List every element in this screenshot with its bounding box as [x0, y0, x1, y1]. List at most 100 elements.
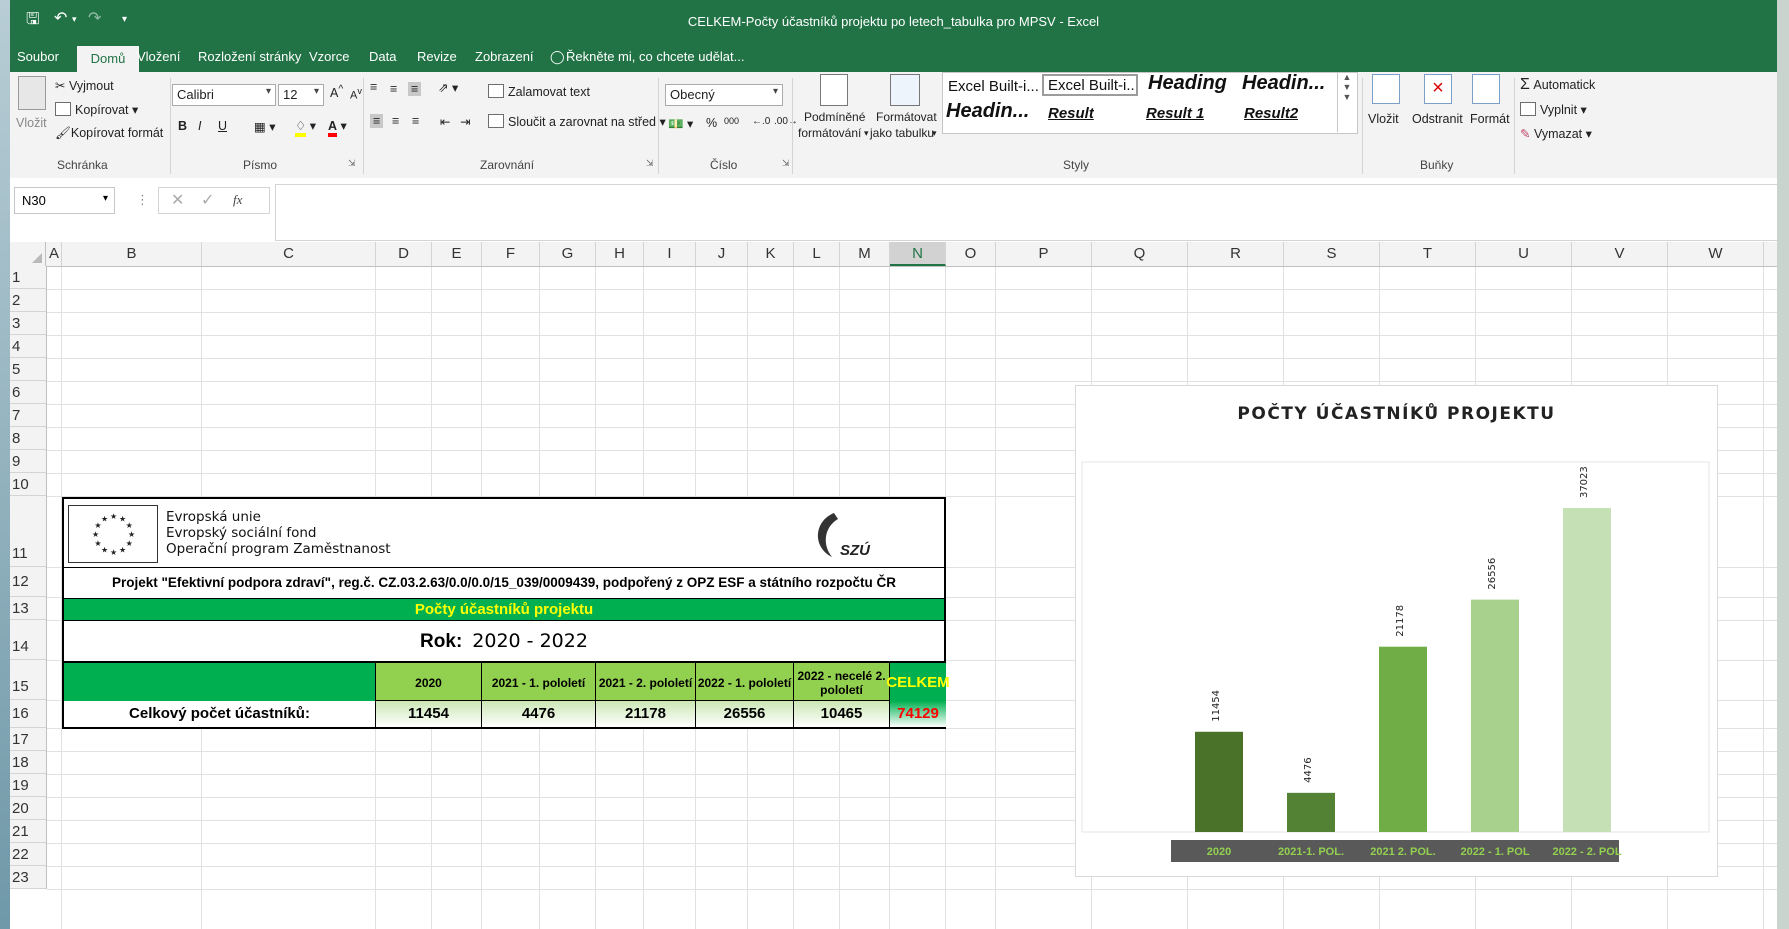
row-header-16[interactable]: 16 — [10, 700, 46, 728]
borders-icon[interactable]: ▦ ▾ — [254, 119, 276, 134]
format-painter-button[interactable]: 🖌Kopírovat formát — [55, 126, 163, 141]
fill-color-icon[interactable]: ♢ ▾ — [295, 118, 316, 137]
tab-formulas[interactable]: Vzorce — [309, 49, 349, 64]
style-result[interactable]: Result — [1048, 105, 1094, 122]
align-left-icon[interactable]: ≡ — [370, 114, 384, 128]
row-header-11[interactable]: 11 — [10, 496, 46, 567]
column-header-r[interactable]: R — [1188, 242, 1284, 266]
merge-center-button[interactable]: Sloučit a zarovnat na střed ▾ — [488, 114, 666, 129]
row-header-12[interactable]: 12 — [10, 567, 46, 597]
fill-button[interactable]: Vyplnit ▾ — [1520, 102, 1587, 117]
row-header-22[interactable]: 22 — [10, 843, 46, 866]
column-header-n[interactable]: N — [890, 242, 946, 266]
autosum-button[interactable]: Σ Automatick — [1520, 76, 1595, 94]
tell-me-search[interactable]: Řekněte mi, co chcete udělat... — [566, 49, 744, 64]
tab-review[interactable]: Revize — [417, 49, 457, 64]
align-center-icon[interactable]: ≡ — [392, 114, 399, 128]
row-header-9[interactable]: 9 — [10, 450, 46, 473]
decrease-indent-icon[interactable]: ⇤ — [440, 114, 450, 129]
dialog-launcher-icon[interactable]: ⇲ — [782, 158, 790, 169]
conditional-formatting-icon[interactable] — [820, 74, 848, 106]
column-header-o[interactable]: O — [946, 242, 996, 266]
column-header-l[interactable]: L — [794, 242, 840, 266]
tab-view[interactable]: Zobrazení — [475, 49, 534, 64]
row-header-15[interactable]: 15 — [10, 660, 46, 700]
row-header-3[interactable]: 3 — [10, 312, 46, 335]
tab-insert[interactable]: Vložení — [137, 49, 180, 64]
format-as-table-icon[interactable] — [890, 74, 920, 106]
delete-cells-button[interactable]: Odstranit — [1412, 112, 1463, 126]
align-top-icon[interactable]: ≡ — [370, 80, 377, 94]
column-header-i[interactable]: I — [644, 242, 696, 266]
row-header-14[interactable]: 14 — [10, 620, 46, 660]
copy-button[interactable]: Kopírovat ▾ — [55, 102, 138, 117]
increase-decimal-icon[interactable]: ←.0 — [752, 116, 770, 127]
format-cells-icon[interactable] — [1472, 74, 1500, 104]
grow-font-icon[interactable]: A^ — [330, 84, 343, 100]
decrease-decimal-icon[interactable]: .00→ — [774, 116, 798, 127]
insert-cells-icon[interactable] — [1372, 74, 1400, 104]
bold-button[interactable]: B — [178, 119, 187, 133]
row-header-17[interactable]: 17 — [10, 728, 46, 751]
column-header-w[interactable]: W — [1668, 242, 1764, 266]
underline-button[interactable]: U — [218, 119, 227, 133]
orientation-icon[interactable]: ⇗ ▾ — [438, 80, 458, 95]
italic-button[interactable]: I — [198, 119, 201, 133]
accounting-format-icon[interactable]: 💵 ▾ — [668, 116, 693, 132]
column-header-f[interactable]: F — [482, 242, 540, 266]
enter-icon[interactable]: ✓ — [201, 190, 214, 210]
format-as-table-label[interactable]: Formátovat — [876, 110, 937, 124]
style-excel-builtin-1[interactable]: Excel Built-i... — [948, 78, 1038, 95]
align-right-icon[interactable]: ≡ — [412, 114, 419, 128]
paste-icon[interactable] — [18, 76, 46, 110]
row-header-4[interactable]: 4 — [10, 335, 46, 358]
cut-button[interactable]: ✂ Vyjmout — [55, 78, 114, 93]
insert-cells-button[interactable]: Vložit — [1368, 112, 1399, 126]
style-heading-2[interactable]: Headin... — [1242, 72, 1338, 95]
row-header-13[interactable]: 13 — [10, 597, 46, 620]
formula-input[interactable] — [275, 184, 1777, 241]
style-heading-3[interactable]: Headin... — [946, 100, 1038, 123]
format-as-table-label-2[interactable]: jako tabulku — [870, 126, 934, 140]
gallery-scroll[interactable]: ▲ ▼ ▼ — [1337, 72, 1356, 132]
tab-home[interactable]: Domů — [77, 46, 139, 72]
select-all-corner[interactable] — [10, 242, 46, 266]
style-result-2[interactable]: Result2 — [1244, 105, 1298, 122]
row-header-1[interactable]: 1 — [10, 266, 46, 289]
row-header-5[interactable]: 5 — [10, 358, 46, 381]
dialog-launcher-icon[interactable]: ⇲ — [646, 158, 654, 169]
row-header-19[interactable]: 19 — [10, 774, 46, 797]
style-heading[interactable]: Heading — [1148, 72, 1238, 95]
align-bottom-icon[interactable]: ≡ — [408, 82, 422, 96]
row-header-10[interactable]: 10 — [10, 473, 46, 496]
dialog-launcher-icon[interactable]: ⇲ — [348, 158, 356, 169]
font-size-combo[interactable]: 12 ▾ — [278, 84, 324, 106]
column-header-c[interactable]: C — [202, 242, 376, 266]
style-result-1[interactable]: Result 1 — [1146, 105, 1204, 122]
row-header-2[interactable]: 2 — [10, 289, 46, 312]
row-header-18[interactable]: 18 — [10, 751, 46, 774]
tab-file[interactable]: Soubor — [17, 49, 59, 64]
column-header-v[interactable]: V — [1572, 242, 1668, 266]
clear-button[interactable]: ✎ Vymazat ▾ — [1520, 126, 1592, 141]
thousands-separator-button[interactable]: 000 — [724, 116, 739, 126]
wrap-text-button[interactable]: Zalamovat text — [488, 84, 590, 99]
column-header-e[interactable]: E — [432, 242, 482, 266]
column-header-m[interactable]: M — [840, 242, 890, 266]
chevron-down-icon[interactable]: ▾ — [864, 128, 869, 139]
align-middle-icon[interactable]: ≡ — [390, 82, 397, 96]
row-header-8[interactable]: 8 — [10, 427, 46, 450]
insert-function-icon[interactable]: fx — [233, 192, 242, 208]
column-header-d[interactable]: D — [376, 242, 432, 266]
increase-indent-icon[interactable]: ⇥ — [460, 114, 470, 129]
number-format-combo[interactable]: Obecný ▾ — [665, 84, 783, 106]
column-header-a[interactable]: A — [47, 242, 62, 266]
row-header-7[interactable]: 7 — [10, 404, 46, 427]
column-header-j[interactable]: J — [696, 242, 748, 266]
column-header-q[interactable]: Q — [1092, 242, 1188, 266]
column-header-h[interactable]: H — [596, 242, 644, 266]
column-header-t[interactable]: T — [1380, 242, 1476, 266]
shrink-font-icon[interactable]: Av — [350, 86, 362, 102]
chevron-down-icon[interactable]: ▾ — [932, 128, 937, 139]
row-header-20[interactable]: 20 — [10, 797, 46, 820]
